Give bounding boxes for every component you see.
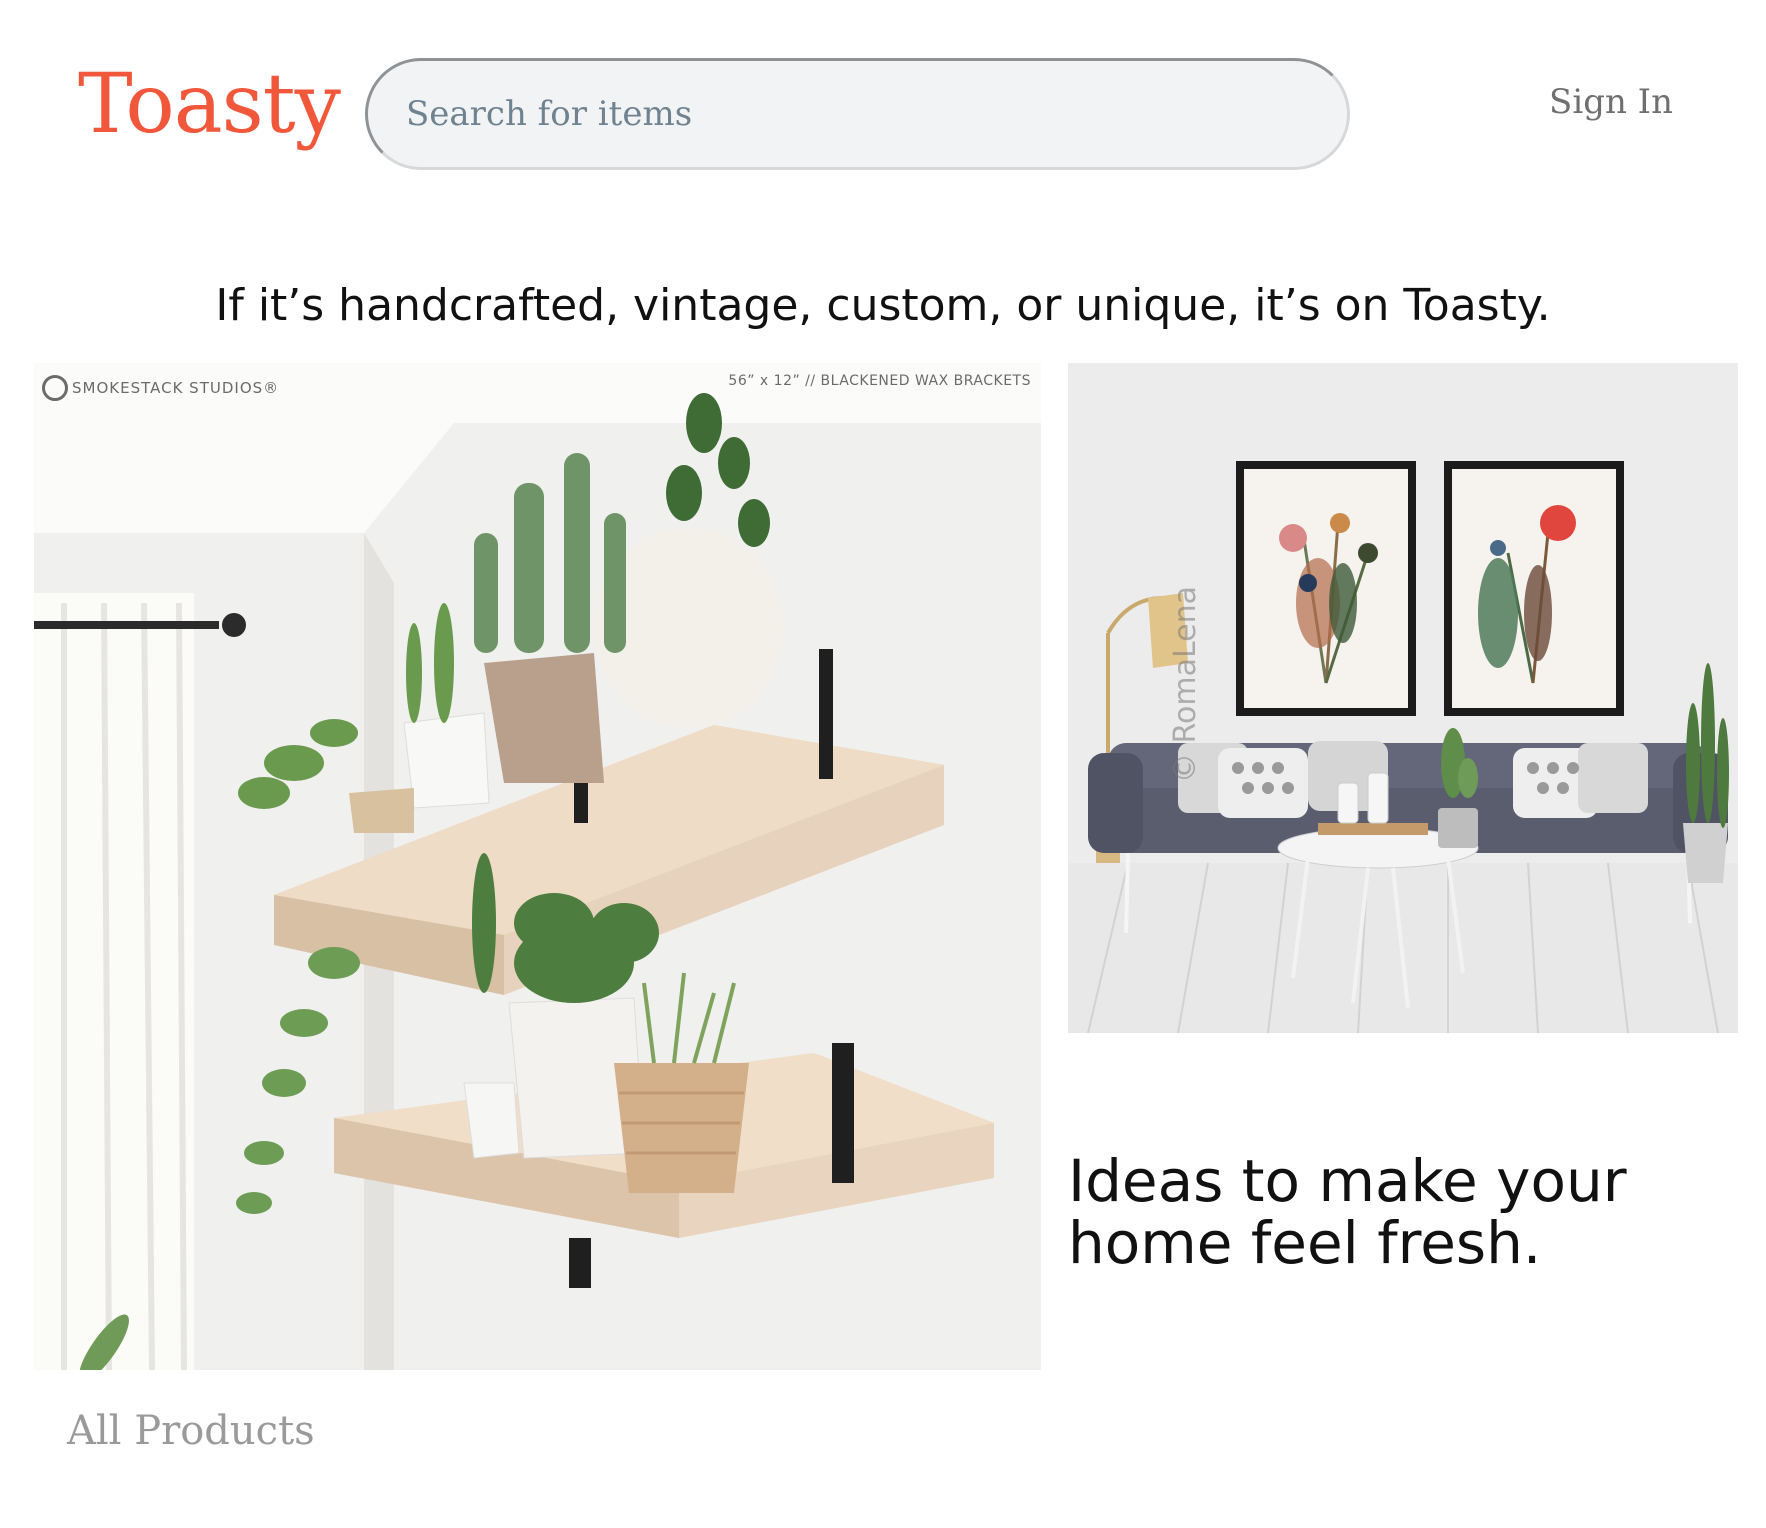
shelves-product-image[interactable]: SMOKESTACK STUDIOS® 56” x 12” // BLACKEN… xyxy=(34,363,1041,1370)
watermark-romalena: © RomaLena xyxy=(1168,585,1203,783)
logo[interactable]: Toasty xyxy=(78,50,341,160)
watermark-brand-text: SMOKESTACK STUDIOS® xyxy=(72,379,280,397)
all-products-link[interactable]: All Products xyxy=(67,1408,315,1454)
shelves-illustration xyxy=(34,363,1041,1370)
ideas-heading: Ideas to make your home feel fresh. xyxy=(1068,1147,1627,1277)
watermark-brand: SMOKESTACK STUDIOS® xyxy=(42,375,279,401)
sign-in-link[interactable]: Sign In xyxy=(1549,82,1673,122)
brand-mark-icon xyxy=(42,375,68,401)
tagline: If it’s handcrafted, vintage, custom, or… xyxy=(215,280,1551,331)
living-room-product-image[interactable]: © RomaLena xyxy=(1068,363,1738,1033)
watermark-caption: 56” x 12” // BLACKENED WAX BRACKETS xyxy=(728,373,1031,389)
search-input[interactable] xyxy=(368,61,1347,167)
page: Toasty Sign In If it’s handcrafted, vint… xyxy=(0,0,1766,1528)
search-bar[interactable] xyxy=(365,58,1350,170)
